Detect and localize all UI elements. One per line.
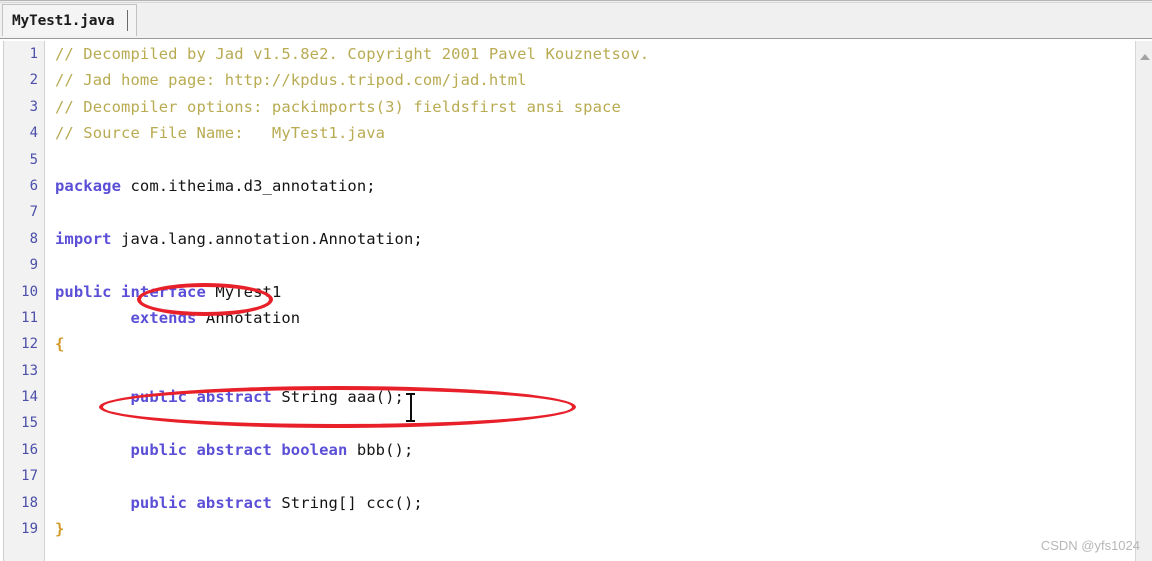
triangle-up-icon xyxy=(1139,54,1150,60)
code-token-keyword: package xyxy=(55,176,122,195)
editor-inner: 1 2 3 4 5 6 7 8 9 10 11 12 13 14 15 16 17 18 19 // Decompi… xyxy=(3,41,1152,561)
code-text-area[interactable]: // Decompiled by Jad v1.5.8e2. Copyright… xyxy=(46,41,1152,561)
line-number: 19 xyxy=(21,521,38,538)
code-line: extends Annotation xyxy=(55,305,1152,331)
line-number: 5 xyxy=(29,151,38,168)
line-number: 12 xyxy=(21,336,38,353)
code-token-brace: } xyxy=(55,520,65,539)
code-line: public abstract String[] ccc(); xyxy=(55,490,1152,516)
line-number: 16 xyxy=(21,441,38,458)
line-number: 18 xyxy=(21,494,38,511)
line-number: 7 xyxy=(29,204,38,221)
code-line: public interface MyTest1 xyxy=(55,279,1152,305)
tab-label: MyTest1.java xyxy=(12,12,115,29)
scroll-up-arrow-icon[interactable] xyxy=(1136,49,1152,66)
tab-divider xyxy=(127,10,129,31)
code-line: // Jad home page: http://kpdus.tripod.co… xyxy=(55,67,1152,93)
code-line: package com.itheima.d3_annotation; xyxy=(55,173,1152,199)
code-token-keyword: public interface xyxy=(55,282,206,301)
line-number: 17 xyxy=(21,468,38,485)
line-number: 1 xyxy=(29,46,38,62)
code-token-plain: String[] ccc(); xyxy=(281,493,423,512)
tab-mytest1-java[interactable]: MyTest1.java xyxy=(2,4,138,36)
line-number: 2 xyxy=(29,72,38,89)
code-line: { xyxy=(55,331,1152,357)
line-number: 14 xyxy=(21,389,38,406)
code-line: public abstract String aaa(); xyxy=(55,384,1152,410)
code-token-keyword: import xyxy=(55,229,112,248)
editor-body: 1 2 3 4 5 6 7 8 9 10 11 12 13 14 15 16 17 18 19 // Decompi… xyxy=(0,38,1152,561)
code-token-plain: java.lang.annotation.Annotation; xyxy=(111,229,423,248)
text-cursor-ibeam-icon xyxy=(406,393,415,422)
code-token-keyword: public abstract boolean xyxy=(55,440,348,459)
code-token-keyword: public abstract xyxy=(55,388,282,407)
code-line: import java.lang.annotation.Annotation; xyxy=(55,226,1152,252)
code-editor-window: MyTest1.java 1 2 3 4 5 6 7 8 9 10 11 12 13 14 15 16 17 18… xyxy=(0,0,1152,561)
line-number: 6 xyxy=(29,177,38,194)
code-line: // Decompiler options: packimports(3) fi… xyxy=(55,94,1152,120)
line-number: 11 xyxy=(21,309,38,326)
line-number: 10 xyxy=(21,283,38,300)
code-token-comment: // Decompiled by Jad v1.5.8e2. Copyright… xyxy=(55,45,650,63)
code-token-plain: MyTest1 xyxy=(205,282,282,301)
code-token-plain: bbb(); xyxy=(347,440,414,459)
ibeam-stem xyxy=(410,393,412,422)
code-line: // Decompiled by Jad v1.5.8e2. Copyright… xyxy=(55,41,1152,67)
code-line: // Source File Name: MyTest1.java xyxy=(55,120,1152,146)
code-token-comment: // Source File Name: MyTest1.java xyxy=(55,124,386,143)
line-number: 3 xyxy=(29,98,38,115)
watermark: CSDN @yfs1024 xyxy=(1040,538,1140,553)
line-number: 8 xyxy=(29,230,38,247)
code-line: public abstract boolean bbb(); xyxy=(55,437,1152,463)
line-number: 4 xyxy=(29,125,38,142)
code-token-brace: { xyxy=(55,335,65,354)
line-number: 9 xyxy=(29,257,38,274)
code-token-plain: Annotation xyxy=(196,308,301,327)
code-line: } xyxy=(55,516,1152,542)
code-token-plain: String aaa(); xyxy=(281,388,404,407)
code-token-keyword: extends xyxy=(55,308,197,327)
code-token-plain: com.itheima.d3_annotation; xyxy=(121,176,376,195)
line-number-gutter: 1 2 3 4 5 6 7 8 9 10 11 12 13 14 15 16 17 18 19 xyxy=(4,41,45,561)
code-token-keyword: public abstract xyxy=(55,493,282,512)
editor-tab-strip: MyTest1.java xyxy=(0,0,1152,36)
code-token-comment: // Jad home page: http://kpdus.tripod.co… xyxy=(55,71,527,90)
ibeam-cap-bottom xyxy=(406,420,415,422)
code-token-comment: // Decompiler options: packimports(3) fi… xyxy=(55,97,621,116)
line-number: 15 xyxy=(21,415,38,432)
line-number: 13 xyxy=(21,362,38,379)
vertical-scrollbar[interactable] xyxy=(1135,41,1152,561)
